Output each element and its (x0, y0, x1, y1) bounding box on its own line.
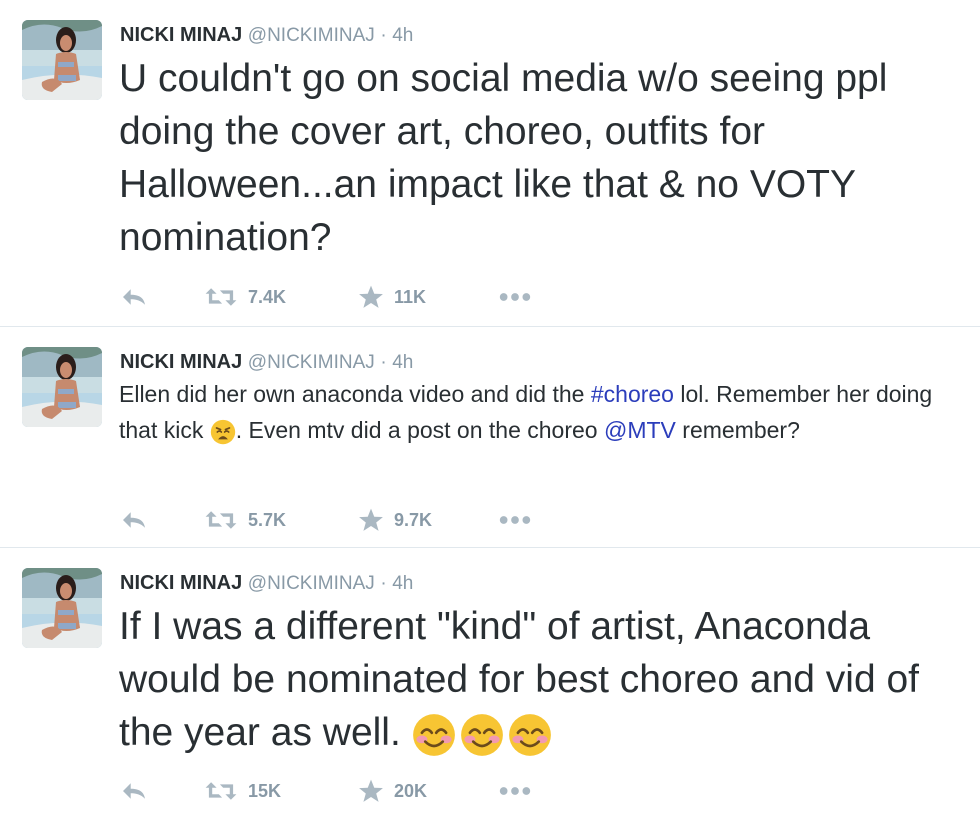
tweet-header: NICKI MINAJ @NICKIMINAJ · 4h (120, 22, 413, 49)
favorite-count: 9.7K (394, 509, 433, 530)
tweet-text: If I was a different "kind" of artist, A… (119, 600, 950, 759)
tweet-text: U couldn't go on social media w/o seeing… (119, 52, 950, 264)
retweet-button[interactable]: 7.4K (204, 282, 286, 312)
author-handle[interactable]: @NICKIMINAJ (248, 352, 375, 373)
more-button[interactable] (498, 505, 532, 535)
avatar[interactable] (22, 20, 102, 100)
author-name[interactable]: NICKI MINAJ (120, 351, 242, 373)
tweet-text-part: U couldn't go on social media w/o seeing… (119, 57, 888, 259)
smiling-face-icon (412, 713, 456, 757)
avatar[interactable] (22, 568, 102, 648)
favorite-star-icon (358, 507, 384, 533)
author-handle[interactable]: @NICKIMINAJ (248, 25, 375, 46)
mention-link[interactable]: @MTV (604, 417, 676, 443)
timestamp[interactable]: 4h (392, 573, 413, 594)
tweet-text-part: . Even mtv did a post on the choreo (235, 417, 604, 443)
favorite-button[interactable]: 20K (358, 776, 427, 806)
tweet-header: NICKI MINAJ @NICKIMINAJ · 4h (120, 349, 413, 376)
favorite-button[interactable]: 9.7K (358, 505, 432, 535)
tweet-text: Ellen did her own anaconda video and did… (119, 376, 950, 448)
favorite-star-icon (358, 778, 384, 804)
author-name[interactable]: NICKI MINAJ (120, 572, 242, 594)
tweet-header: NICKI MINAJ @NICKIMINAJ · 4h (120, 570, 413, 597)
separator: · (380, 25, 387, 46)
retweet-count: 7.4K (248, 286, 287, 307)
more-dots-icon (498, 785, 532, 797)
retweet-count: 15K (248, 780, 282, 801)
retweet-count: 5.7K (248, 509, 287, 530)
reply-icon (120, 509, 148, 531)
author-handle[interactable]: @NICKIMINAJ (248, 573, 375, 594)
favorite-count: 20K (394, 780, 428, 801)
author-name[interactable]: NICKI MINAJ (120, 24, 242, 46)
tweet[interactable]: NICKI MINAJ @NICKIMINAJ · 4h If I was a … (0, 548, 980, 819)
retweet-icon (204, 286, 238, 308)
more-button[interactable] (498, 282, 532, 312)
more-dots-icon (498, 291, 532, 303)
favorite-count: 11K (394, 286, 427, 307)
separator: · (380, 573, 387, 594)
retweet-button[interactable]: 5.7K (204, 505, 286, 535)
separator: · (380, 352, 387, 373)
reply-icon (120, 286, 148, 308)
tweet[interactable]: NICKI MINAJ @NICKIMINAJ · 4h Ellen did h… (0, 327, 980, 548)
reply-button[interactable] (120, 505, 148, 535)
timestamp[interactable]: 4h (392, 25, 413, 46)
more-dots-icon (498, 514, 532, 526)
avatar[interactable] (22, 347, 102, 427)
reply-button[interactable] (120, 282, 148, 312)
tweet[interactable]: NICKI MINAJ @NICKIMINAJ · 4h U couldn't … (0, 0, 980, 327)
smiling-face-icon (460, 713, 504, 757)
more-button[interactable] (498, 776, 532, 806)
favorite-star-icon (358, 284, 384, 310)
smiling-face-icon (508, 713, 552, 757)
tweet-text-part: remember? (675, 417, 800, 443)
retweet-icon (204, 780, 238, 802)
retweet-button[interactable]: 15K (204, 776, 281, 806)
reply-button[interactable] (120, 776, 148, 806)
favorite-button[interactable]: 11K (358, 282, 426, 312)
reply-icon (120, 780, 148, 802)
tweet-text-part: Ellen did her own anaconda video and did… (119, 381, 591, 407)
weary-face-icon (210, 419, 236, 445)
hashtag-link[interactable]: #choreo (591, 381, 674, 407)
retweet-icon (204, 509, 238, 531)
timestamp[interactable]: 4h (392, 352, 413, 373)
